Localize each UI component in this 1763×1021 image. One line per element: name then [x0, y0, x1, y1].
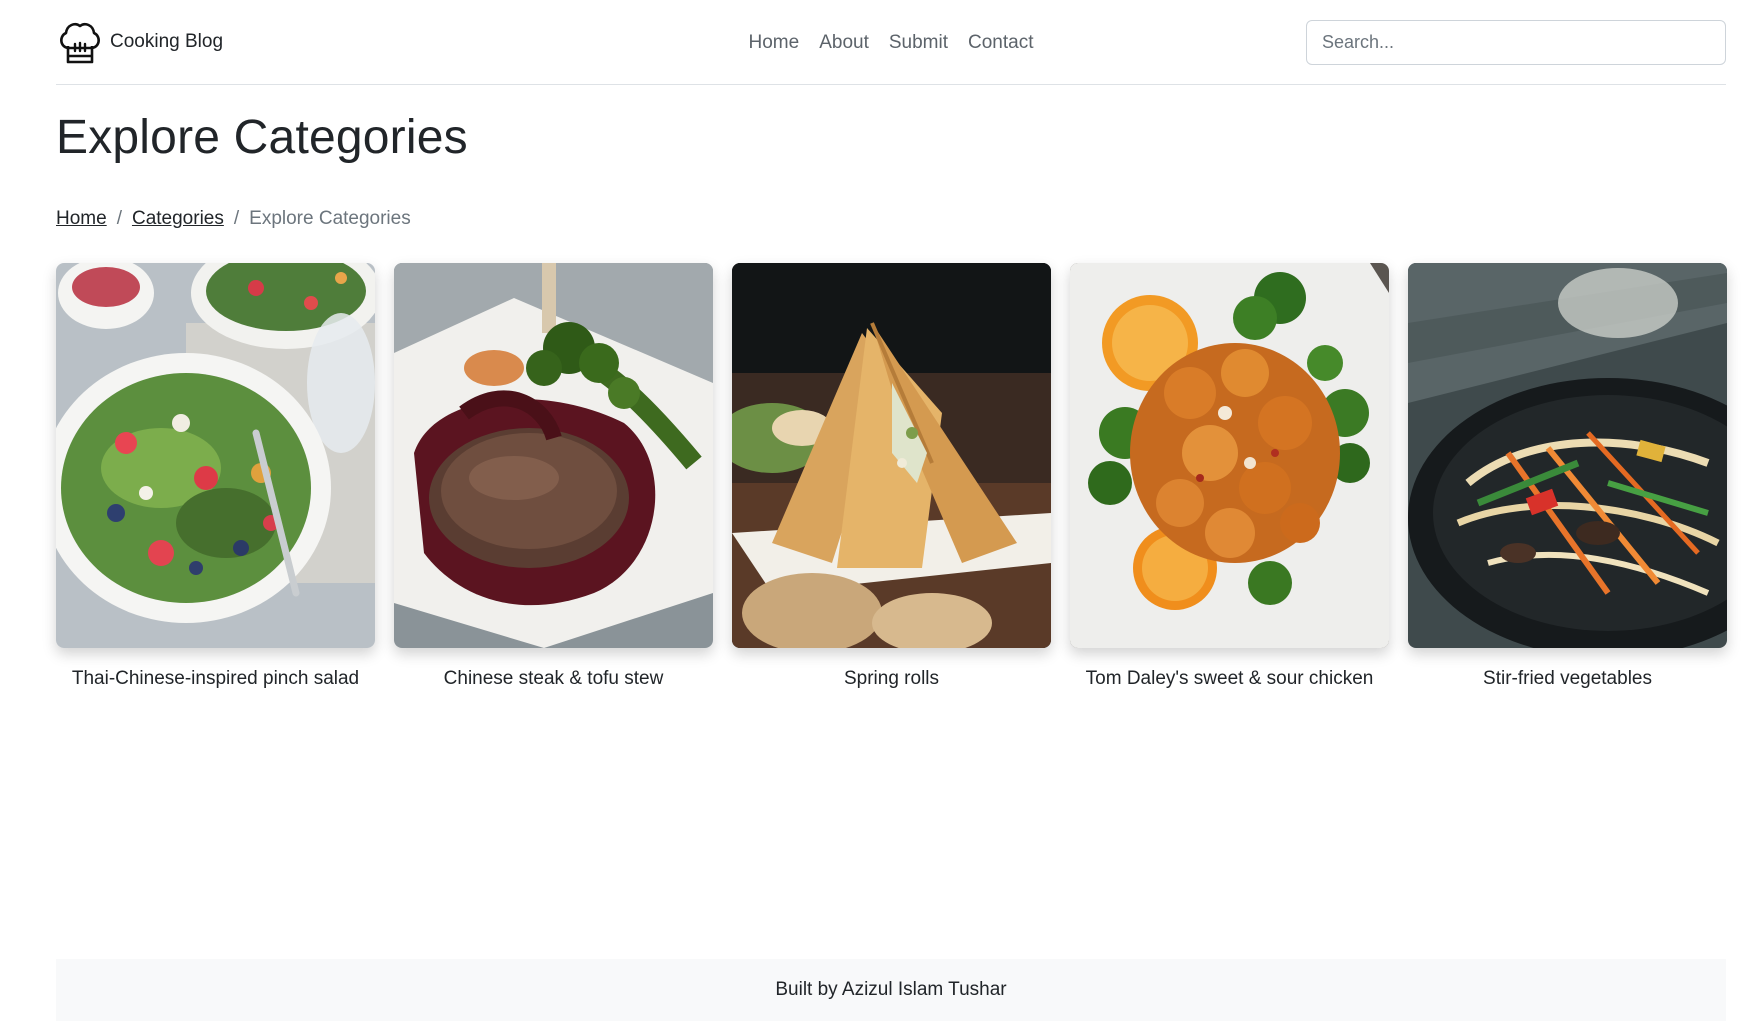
chicken-photo — [1070, 263, 1389, 648]
spring-rolls-photo — [732, 263, 1051, 648]
category-title: Stir-fried vegetables — [1483, 668, 1652, 689]
steak-photo — [394, 263, 713, 648]
nav-home[interactable]: Home — [740, 24, 809, 62]
breadcrumb-categories[interactable]: Categories — [132, 208, 224, 230]
category-card-spring-rolls[interactable]: Spring rolls — [732, 263, 1051, 690]
stir-fry-photo — [1408, 263, 1727, 648]
category-card-salad[interactable]: Thai-Chinese-inspired pinch salad — [56, 263, 375, 690]
salad-photo — [56, 263, 375, 648]
category-image — [1408, 263, 1727, 648]
site-footer: Built by Azizul Islam Tushar — [56, 959, 1726, 1021]
page-title: Explore Categories — [56, 111, 468, 164]
chef-hat-icon — [60, 22, 100, 64]
nav-submit[interactable]: Submit — [880, 24, 957, 62]
category-card-steak[interactable]: Chinese steak & tofu stew — [394, 263, 713, 690]
category-title: Tom Daley's sweet & sour chicken — [1085, 668, 1374, 689]
site-header: Cooking Blog Home About Submit Contact — [56, 0, 1726, 85]
category-card-sweet-sour-chicken[interactable]: Tom Daley's sweet & sour chicken — [1070, 263, 1389, 690]
category-card-stir-fried-vegetables[interactable]: Stir-fried vegetables — [1408, 263, 1727, 690]
nav-about[interactable]: About — [810, 24, 878, 62]
footer-credit: Built by Azizul Islam Tushar — [775, 979, 1007, 1000]
brand-name: Cooking Blog — [110, 31, 224, 52]
search-input[interactable] — [1306, 20, 1726, 65]
breadcrumb-current: Explore Categories — [249, 208, 411, 229]
brand-link[interactable]: Cooking Blog — [56, 18, 223, 66]
category-title: Chinese steak & tofu stew — [443, 668, 664, 689]
breadcrumb: Home / Categories / Explore Categories — [56, 208, 411, 230]
category-image — [1070, 263, 1389, 648]
category-image — [394, 263, 713, 648]
category-image — [56, 263, 375, 648]
category-image — [732, 263, 1051, 648]
category-title: Thai-Chinese-inspired pinch salad — [71, 668, 360, 689]
category-title: Spring rolls — [843, 668, 940, 689]
breadcrumb-home[interactable]: Home — [56, 208, 107, 230]
category-grid: Thai-Chinese-inspired pinch salad Chines… — [56, 263, 1727, 690]
breadcrumb-separator: / — [233, 208, 240, 229]
nav-contact[interactable]: Contact — [959, 24, 1042, 62]
breadcrumb-separator: / — [116, 208, 122, 229]
